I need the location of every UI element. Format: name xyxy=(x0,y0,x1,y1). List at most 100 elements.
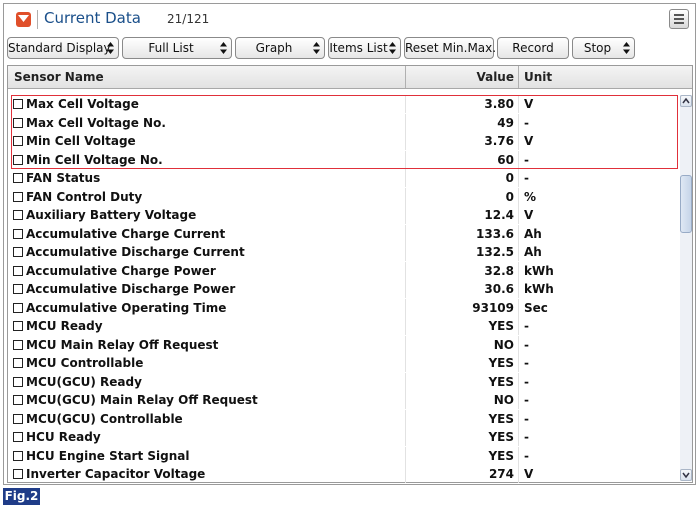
sensor-value: 0 xyxy=(505,171,514,185)
sensor-name: MCU Ready xyxy=(26,319,103,333)
sensor-name: Accumulative Charge Power xyxy=(26,263,216,278)
row-checkbox[interactable] xyxy=(13,413,23,424)
vertical-scrollbar[interactable] xyxy=(680,95,692,481)
sensor-unit: - xyxy=(524,448,529,463)
sensor-unit: - xyxy=(524,411,529,426)
row-checkbox[interactable] xyxy=(13,117,23,128)
scroll-down-icon[interactable] xyxy=(680,469,692,481)
table-row[interactable]: FAN Status 0- xyxy=(8,169,678,188)
graph-button[interactable]: Graph xyxy=(235,37,325,59)
sensor-value: 12.4 xyxy=(484,208,514,222)
table-row[interactable]: Auxiliary Battery Voltage 12.4 V xyxy=(8,206,678,225)
sensor-data-table: Sensor Name Value Unit Max Cell Voltage 3… xyxy=(7,65,693,483)
table-row[interactable]: Accumulative Charge Current 133.6 Ah xyxy=(8,224,678,244)
table-row[interactable]: HCU Ready YES - xyxy=(8,428,678,447)
sensor-name: Min Cell Voltage xyxy=(26,134,136,148)
row-checkbox[interactable] xyxy=(13,284,23,294)
sensor-value: 3.80 xyxy=(484,97,514,111)
title-bar: Current Data 21/121 xyxy=(4,4,695,34)
table-row[interactable]: Min Cell Voltage No. 60- xyxy=(8,150,678,170)
scroll-up-icon[interactable] xyxy=(680,95,692,107)
table-row[interactable]: Min Cell Voltage 3.76 V xyxy=(8,132,678,151)
sensor-unit: - xyxy=(524,430,529,444)
table-row[interactable]: Accumulative Discharge Current 132.5 Ah xyxy=(8,243,678,262)
sensor-name: Auxiliary Battery Voltage xyxy=(26,208,197,222)
row-checkbox[interactable] xyxy=(13,432,23,442)
sensor-value: YES xyxy=(488,319,514,333)
row-checkbox[interactable] xyxy=(13,376,23,387)
sensor-name: Accumulative Operating Time xyxy=(26,300,227,315)
sensor-name: Max Cell Voltage xyxy=(26,97,139,111)
row-checkbox[interactable] xyxy=(13,247,23,257)
sensor-name: Inverter Capacitor Voltage xyxy=(26,467,206,481)
row-checkbox[interactable] xyxy=(13,395,23,405)
sensor-unit: % xyxy=(524,189,537,204)
table-row[interactable]: MCU(GCU) Main Relay Off Request NO - xyxy=(8,391,678,410)
current-data-window: Current Data 21/121 Standard Display Ful… xyxy=(3,3,696,485)
sensor-unit: kWh xyxy=(524,282,554,296)
sensor-value: 30.6 xyxy=(484,282,514,296)
sensor-value: NO xyxy=(493,337,514,352)
sensor-value: NO xyxy=(493,393,514,407)
chevron-down-icon[interactable] xyxy=(16,12,31,27)
items-list-button[interactable]: Items List xyxy=(328,37,401,59)
window-title: Current Data xyxy=(44,9,141,27)
table-row[interactable]: FAN Control Duty 0% xyxy=(8,187,678,207)
sensor-unit: - xyxy=(524,319,529,333)
row-checkbox[interactable] xyxy=(13,265,23,276)
row-checkbox[interactable] xyxy=(13,302,23,313)
sensor-name: MCU Main Relay Off Request xyxy=(26,337,219,352)
table-row[interactable]: Accumulative Charge Power 32.8 kWh xyxy=(8,261,678,281)
menu-icon[interactable] xyxy=(669,9,689,29)
header-value[interactable]: Value xyxy=(408,70,514,84)
sensor-name: MCU Controllable xyxy=(26,356,144,370)
table-body: Max Cell Voltage 3.80 V Max Cell Voltage No… xyxy=(8,95,678,484)
table-row[interactable]: Max Cell Voltage No. 49- xyxy=(8,113,678,133)
row-checkbox[interactable] xyxy=(13,136,23,146)
sensor-name: HCU Engine Start Signal xyxy=(26,448,190,463)
table-row[interactable]: Accumulative Operating Time 93109 Sec xyxy=(8,298,678,318)
table-row[interactable]: MCU(GCU) Ready YES - xyxy=(8,372,678,392)
header-sensor-name[interactable]: Sensor Name xyxy=(14,70,104,84)
row-checkbox[interactable] xyxy=(13,339,23,350)
standard-display-button[interactable]: Standard Display xyxy=(7,37,119,59)
row-checkbox[interactable] xyxy=(13,191,23,202)
table-row[interactable]: Accumulative Discharge Power 30.6 kWh xyxy=(8,280,678,299)
stop-button[interactable]: Stop xyxy=(572,37,635,59)
sensor-value: 93109 xyxy=(472,300,514,315)
row-checkbox[interactable] xyxy=(13,99,23,109)
title-divider xyxy=(37,10,38,29)
table-row[interactable]: Max Cell Voltage 3.80 V xyxy=(8,95,678,114)
table-row[interactable]: MCU Controllable YES - xyxy=(8,354,678,373)
row-checkbox[interactable] xyxy=(13,154,23,165)
sensor-name: MCU(GCU) Main Relay Off Request xyxy=(26,393,258,407)
table-row[interactable]: MCU Main Relay Off Request NO - xyxy=(8,335,678,355)
record-button[interactable]: Record xyxy=(497,37,569,59)
header-unit[interactable]: Unit xyxy=(524,70,552,84)
table-row[interactable]: MCU(GCU) Controllable YES - xyxy=(8,409,678,429)
row-checkbox[interactable] xyxy=(13,228,23,239)
sensor-unit: Sec xyxy=(524,300,548,315)
table-row[interactable]: HCU Engine Start Signal YES - xyxy=(8,446,678,466)
table-row[interactable]: Inverter Capacitor Voltage 274 V xyxy=(8,465,678,484)
sensor-value: YES xyxy=(488,374,514,389)
up-down-arrows-icon xyxy=(220,42,227,54)
sensor-unit: - xyxy=(524,393,529,407)
sensor-name: HCU Ready xyxy=(26,430,101,444)
row-checkbox[interactable] xyxy=(13,173,23,183)
row-checkbox[interactable] xyxy=(13,469,23,479)
sensor-value: YES xyxy=(488,430,514,444)
up-down-arrows-icon xyxy=(107,42,114,54)
table-row[interactable]: MCU Ready YES - xyxy=(8,317,678,336)
sensor-value: 274 xyxy=(488,467,514,481)
row-checkbox[interactable] xyxy=(13,210,23,220)
sensor-unit: Ah xyxy=(524,245,542,259)
row-checkbox[interactable] xyxy=(13,450,23,461)
row-checkbox[interactable] xyxy=(13,358,23,368)
reset-min-max-button[interactable]: Reset Min.Max. xyxy=(404,37,496,59)
table-header: Sensor Name Value Unit xyxy=(8,66,692,89)
scrollbar-thumb[interactable] xyxy=(680,175,692,233)
full-list-button[interactable]: Full List xyxy=(122,37,232,59)
sensor-value: 3.76 xyxy=(484,134,514,148)
row-checkbox[interactable] xyxy=(13,321,23,331)
